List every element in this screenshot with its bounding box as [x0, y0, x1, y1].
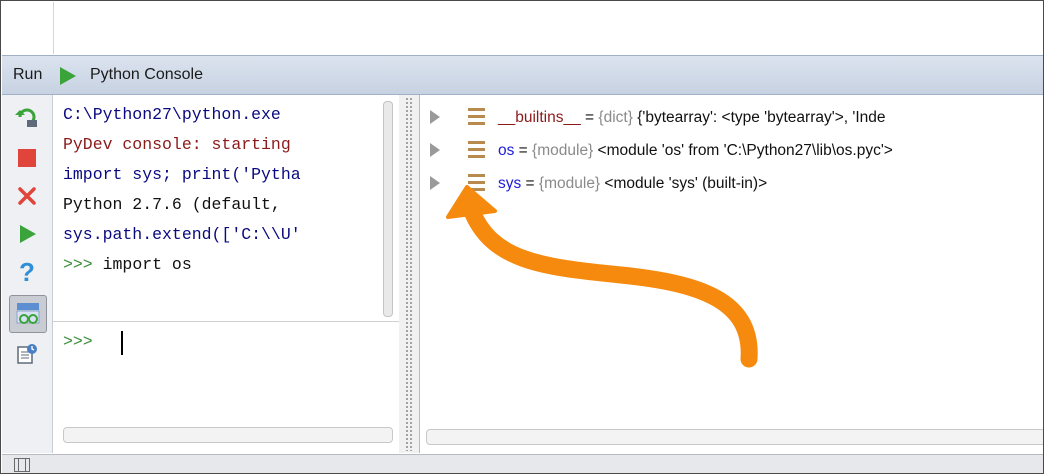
variable-value: {'bytearray': <type 'bytearray'>, 'Inde — [632, 109, 886, 126]
variable-row[interactable]: __builtins__ = {dict} {'bytearray': <typ… — [420, 106, 1043, 130]
console-history: C:\Python27\python.exe PyDev console: st… — [53, 95, 383, 313]
variable-type: {module} — [538, 175, 601, 192]
variables-horizontal-scrollbar[interactable] — [426, 429, 1043, 445]
stop-icon[interactable] — [12, 143, 42, 173]
ide-window: Run Python Console ? C:\Python27\python.… — [0, 0, 1044, 474]
console-code: import os — [102, 255, 192, 274]
rerun-icon[interactable] — [12, 101, 42, 131]
text-caret — [121, 331, 123, 355]
panel-splitter[interactable] — [399, 95, 419, 453]
run-tool-window-header: Run Python Console — [2, 55, 1043, 95]
variable-name: __builtins__ — [498, 109, 581, 126]
console-line: import sys; print('Pytha — [63, 165, 301, 184]
execute-icon[interactable] — [12, 219, 42, 249]
help-icon[interactable]: ? — [12, 257, 42, 287]
variable-lines-icon — [468, 141, 485, 159]
variable-row[interactable]: sys = {module} <module 'sys' (built-in)> — [420, 172, 1043, 196]
run-label: Run — [13, 66, 43, 83]
close-icon[interactable] — [12, 181, 42, 211]
variable-equals: = — [580, 109, 599, 126]
expand-arrow-icon[interactable] — [430, 176, 440, 190]
console-horizontal-scrollbar[interactable] — [63, 427, 393, 443]
variable-value: <module 'sys' (built-in)> — [600, 175, 768, 192]
variable-lines-icon — [468, 108, 485, 126]
variable-equals: = — [521, 175, 539, 192]
variable-row[interactable]: os = {module} <module 'os' from 'C:\Pyth… — [420, 139, 1043, 163]
expand-arrow-icon[interactable] — [430, 143, 440, 157]
variable-type: {dict} — [598, 109, 633, 126]
status-bar — [2, 454, 1043, 473]
variable-text: sys = {module} <module 'sys' (built-in)> — [498, 172, 767, 196]
expand-arrow-icon[interactable] — [430, 110, 440, 124]
history-icon[interactable] — [12, 339, 42, 369]
console-input-divider — [53, 321, 399, 322]
variable-text: os = {module} <module 'os' from 'C:\Pyth… — [498, 139, 893, 163]
console-line: sys.path.extend(['C:\\U' — [63, 225, 301, 244]
console-toolbar: ? — [2, 95, 53, 453]
variable-name: sys — [498, 175, 522, 192]
console-line: C:\Python27\python.exe — [63, 105, 291, 124]
variable-equals: = — [514, 142, 533, 159]
console-line: >>> import os — [63, 255, 192, 275]
variable-text: __builtins__ = {dict} {'bytearray': <typ… — [498, 106, 886, 130]
variable-name: os — [498, 142, 515, 159]
svg-text:?: ? — [19, 259, 35, 285]
run-play-icon — [60, 67, 76, 85]
console-vertical-scrollbar[interactable] — [381, 101, 395, 317]
layout-icon[interactable] — [14, 458, 30, 472]
python-console-tab[interactable]: Python Console — [90, 66, 203, 84]
python-console-output[interactable]: C:\Python27\python.exe PyDev console: st… — [53, 95, 399, 453]
show-variables-icon[interactable] — [9, 295, 47, 333]
console-line: Python 2.7.6 (default, — [63, 195, 291, 214]
editor-gutter — [53, 2, 54, 54]
variable-value: <module 'os' from 'C:\Python27\lib\os.py… — [593, 142, 893, 159]
console-line: PyDev console: starting — [63, 135, 291, 154]
console-input-prompt: >>> — [63, 332, 93, 351]
console-prompt: >>> — [63, 255, 103, 274]
variables-panel: __builtins__ = {dict} {'bytearray': <typ… — [419, 95, 1043, 453]
variable-type: {module} — [532, 142, 594, 159]
editor-area — [2, 2, 1043, 54]
variable-lines-icon — [468, 174, 485, 192]
splitter-grip[interactable] — [405, 97, 413, 451]
scrollbar-thumb[interactable] — [383, 101, 393, 317]
